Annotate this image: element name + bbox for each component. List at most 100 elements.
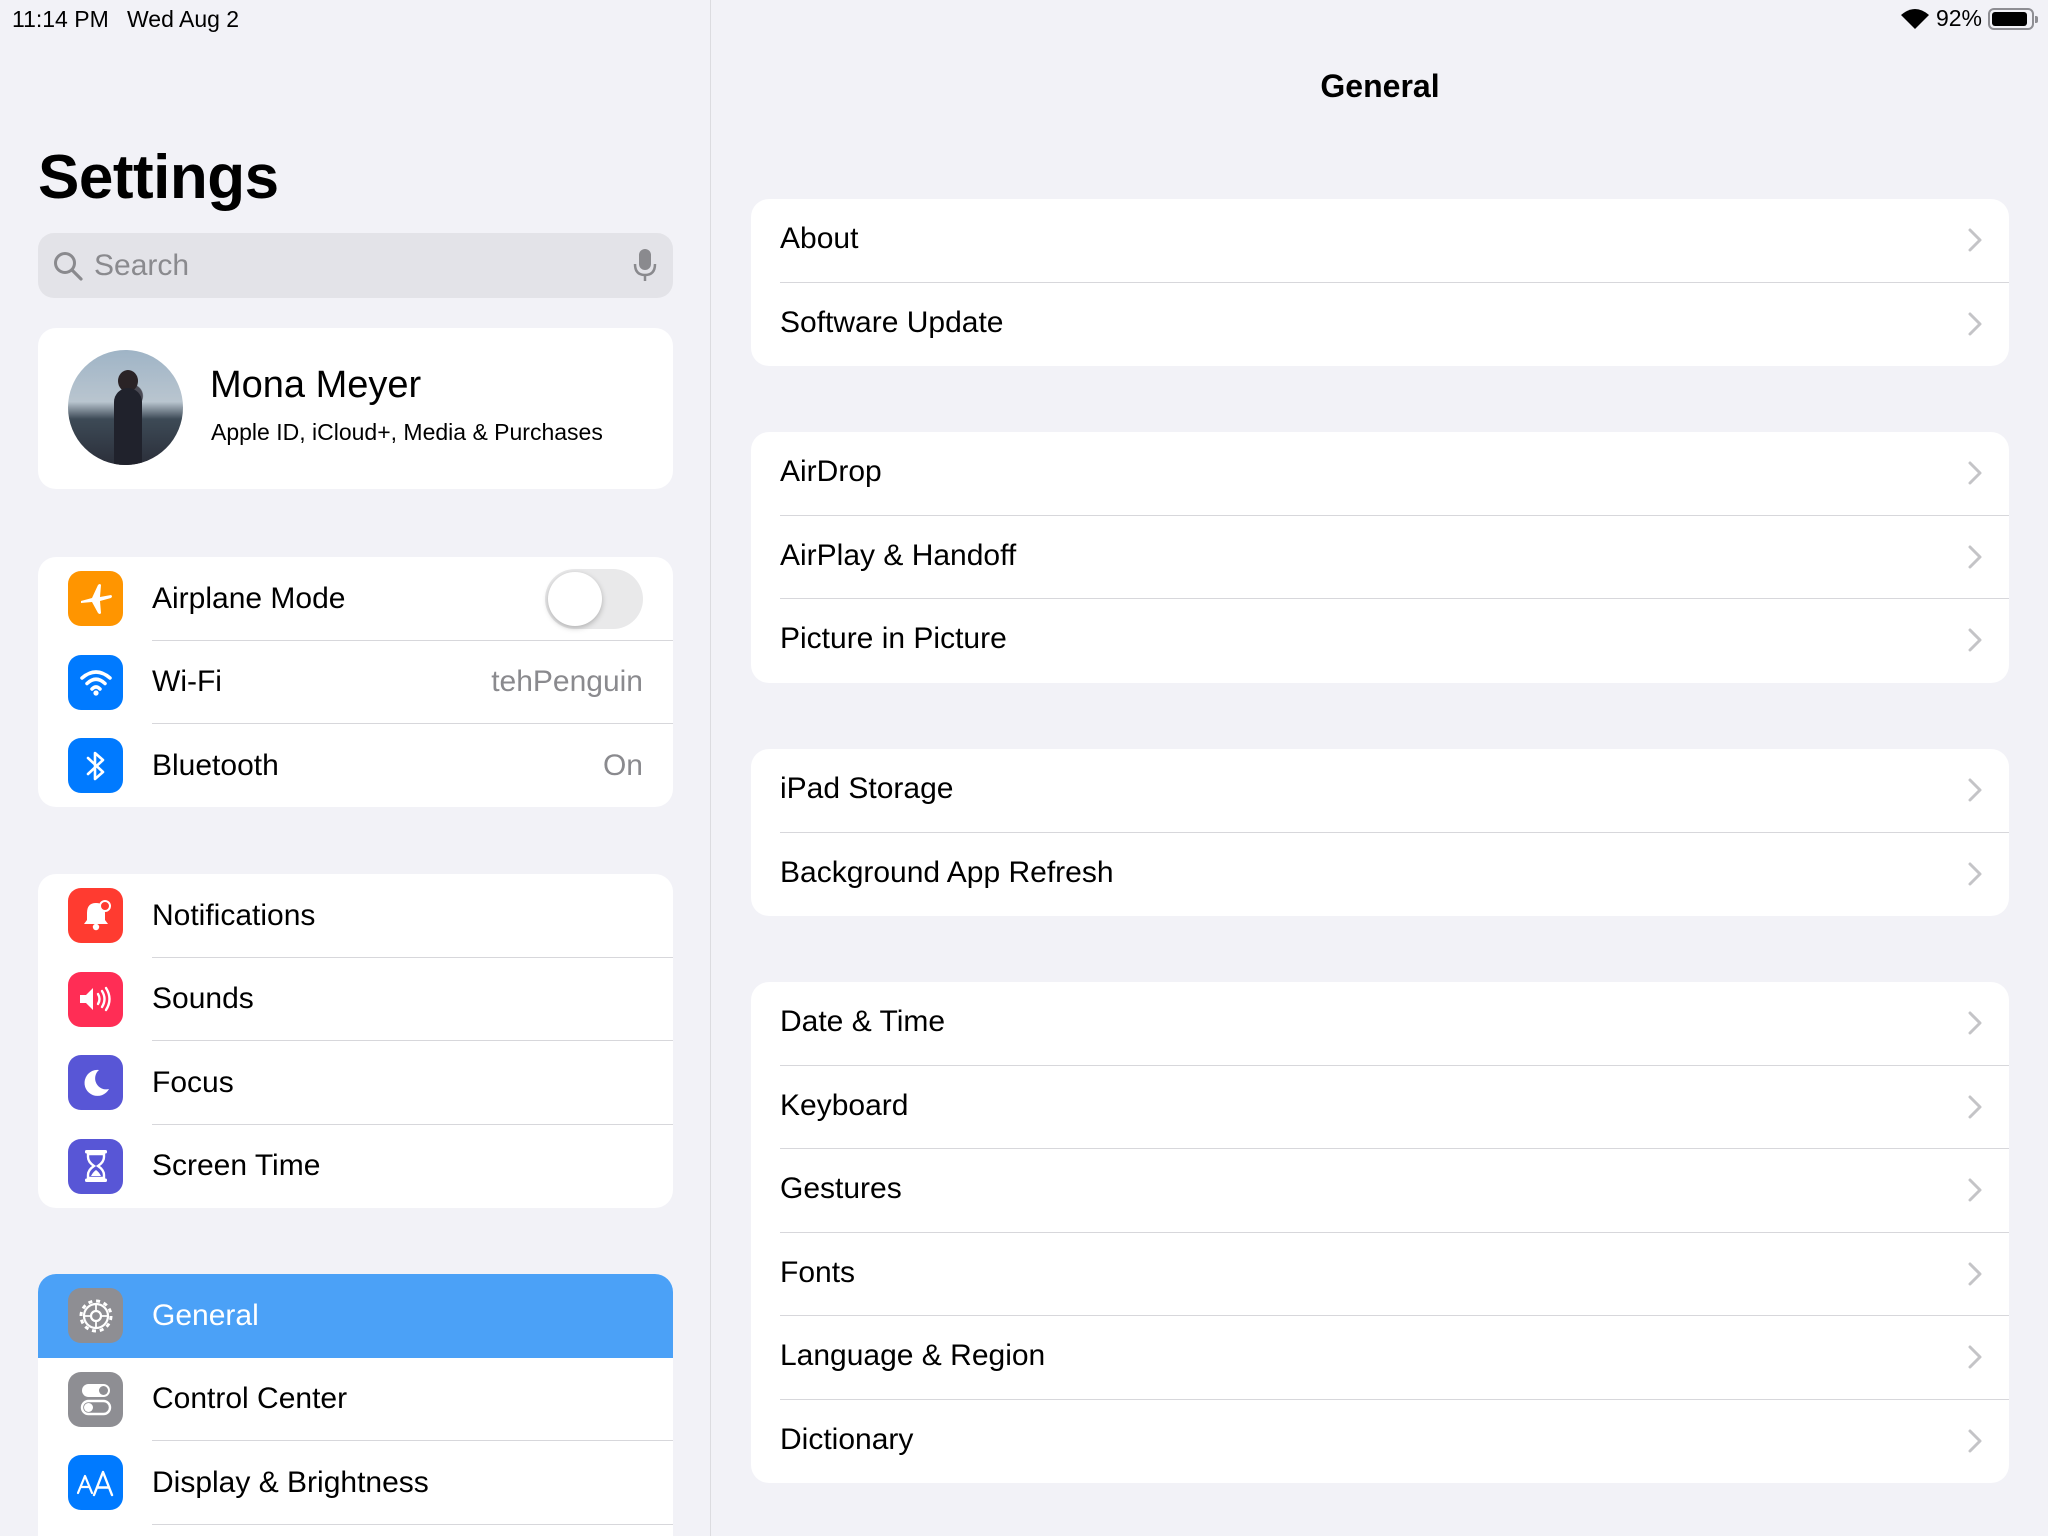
sidebar-title: Settings [38,143,279,212]
row-label: Fonts [780,1255,856,1289]
general-settings-group: General Control Center Display & Brightn… [38,1274,673,1536]
moon-icon [68,1055,123,1110]
wifi-icon [68,654,123,710]
bell-icon [68,888,123,943]
chevron-right-icon [1968,862,1982,885]
row-label: Gestures [780,1172,902,1205]
profile-name: Mona Meyer [210,364,422,406]
sidebar-item-focus[interactable]: Focus [38,1041,673,1125]
sidebar-item-wifi[interactable]: Wi-Fi tehPenguin [38,641,673,724]
about-group: About Software Update [751,199,2009,366]
detail-title: General [1320,68,1440,104]
chevron-right-icon [1968,461,1982,485]
chevron-right-icon [1968,778,1982,802]
status-time: 11:14 PM [12,6,109,32]
row-label: About [780,222,859,255]
notifications-group: Notifications Sounds Focus Screen Time [38,874,673,1208]
settings-row-keyboard[interactable]: Keyboard [751,1066,2009,1149]
sidebar-item-label: Sounds [152,982,254,1016]
chevron-right-icon [1968,1262,1982,1285]
sidebar-item-label: Airplane Mode [152,581,346,615]
toggle-knob [548,572,602,626]
row-label: Language & Region [780,1339,1046,1372]
wifi-network-value: tehPenguin [491,665,643,699]
settings-row-fonts[interactable]: Fonts [751,1233,2009,1316]
speaker-icon [68,971,123,1027]
chevron-right-icon [1968,228,1982,252]
input-group: Date & Time Keyboard Gestures Fonts Lang [751,982,2009,1483]
settings-row-software-update[interactable]: Software Update [751,283,2009,367]
chevron-right-icon [1968,312,1982,335]
row-label: Software Update [780,305,1004,339]
chevron-right-icon [1968,1095,1982,1118]
settings-row-airdrop[interactable]: AirDrop [751,432,2009,516]
sidebar-item-label: Wi-Fi [152,665,222,699]
row-label: Background App Refresh [780,855,1114,889]
sidebar-item-label: Display & Brightness [152,1465,429,1499]
status-bar: 11:14 PM Wed Aug 2 92% [0,0,2048,38]
battery-icon [1988,7,2038,30]
settings-row-dictionary[interactable]: Dictionary [751,1400,2009,1484]
avatar-body [114,388,142,465]
divider [152,1523,673,1525]
airplane-icon [68,571,123,626]
bluetooth-icon [68,738,123,793]
sidebar-item-label: General [152,1298,259,1332]
row-label: AirPlay & Handoff [780,538,1017,572]
chevron-right-icon [1968,1429,1982,1452]
settings-row-gestures[interactable]: Gestures [751,1149,2009,1233]
settings-row-airplay-handoff[interactable]: AirPlay & Handoff [751,516,2009,599]
avatar [68,350,183,465]
settings-row-language-region[interactable]: Language & Region [751,1316,2009,1400]
chevron-right-icon [1968,545,1982,568]
chevron-right-icon [1968,1011,1982,1035]
search-field[interactable]: Search [38,233,673,298]
search-placeholder: Search [94,249,190,282]
battery-percentage: 92% [1935,5,1982,31]
battery-level [1992,11,2027,26]
sidebar-item-airplane-mode[interactable]: Airplane Mode [38,557,673,641]
sidebar-item-label: Bluetooth [152,748,279,782]
settings-row-background-app-refresh[interactable]: Background App Refresh [751,833,2009,917]
text-size-icon [68,1455,123,1510]
status-indicators: 92% [1900,5,2038,32]
microphone-icon[interactable] [633,247,657,283]
detail-pane: General About Software Update AirDrop Ai… [712,0,2048,1536]
sidebar-item-display-brightness[interactable]: Display & Brightness [38,1441,673,1525]
sidebar-item-label: Focus [152,1065,234,1099]
row-label: Keyboard [780,1088,909,1122]
apple-id-card[interactable]: Mona Meyer Apple ID, iCloud+, Media & Pu… [38,328,673,489]
profile-subtitle: Apple ID, iCloud+, Media & Purchases [211,419,603,445]
sidebar-item-sounds[interactable]: Sounds [38,958,673,1041]
battery-tip [2035,15,2038,23]
sidebar-item-notifications[interactable]: Notifications [38,874,673,958]
row-label: AirDrop [780,455,882,488]
settings-row-about[interactable]: About [751,199,2009,283]
row-label: iPad Storage [780,772,954,805]
row-label: Picture in Picture [780,622,1007,655]
status-date: Wed Aug 2 [127,6,240,32]
sidebar-item-label: Control Center [152,1382,348,1416]
sidebar-item-screen-time[interactable]: Screen Time [38,1125,673,1209]
sidebar-item-bluetooth[interactable]: Bluetooth On [38,724,673,807]
hourglass-icon [68,1138,123,1194]
settings-row-date-time[interactable]: Date & Time [751,982,2009,1066]
sidebar-item-control-center[interactable]: Control Center [38,1358,673,1441]
search-icon [54,252,83,281]
settings-row-picture-in-picture[interactable]: Picture in Picture [751,599,2009,683]
chevron-right-icon [1968,1178,1982,1202]
settings-screen: Settings Search Mona Meyer Apple ID, iCl… [0,0,2048,1536]
wifi-signal-icon [1900,8,1929,29]
connectivity-group: Airplane Mode Wi-Fi tehPenguin Bluetooth… [38,557,673,807]
sidebar-item-general[interactable]: General [38,1274,673,1358]
chevron-right-icon [1968,628,1982,652]
switches-icon [68,1371,123,1427]
bluetooth-status-value: On [602,748,643,782]
gear-icon [68,1288,123,1343]
airdrop-group: AirDrop AirPlay & Handoff Picture in Pic… [751,432,2009,683]
airplane-mode-toggle[interactable] [545,569,643,629]
storage-group: iPad Storage Background App Refresh [751,749,2009,916]
row-label: Date & Time [780,1005,946,1038]
chevron-right-icon [1968,1345,1982,1369]
settings-row-ipad-storage[interactable]: iPad Storage [751,749,2009,833]
